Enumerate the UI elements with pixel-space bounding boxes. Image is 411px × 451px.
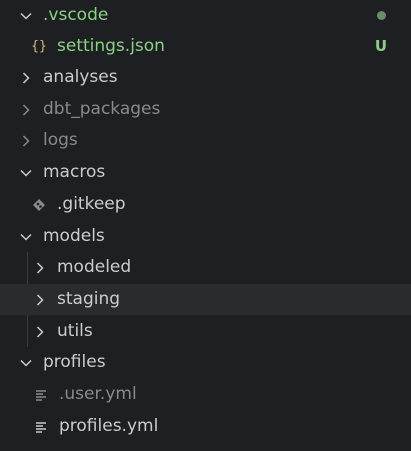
chevron-right-icon (19, 134, 33, 148)
chevron-right-icon (19, 103, 33, 117)
folder-label: .vscode (43, 5, 109, 25)
folder-label: profiles (43, 352, 106, 372)
tree-item-logs-folder[interactable]: logs (0, 125, 411, 156)
tree-item-models-folder[interactable]: models (0, 221, 411, 252)
tree-item-dbt-packages-folder[interactable]: dbt_packages (0, 94, 411, 125)
chevron-down-icon (19, 166, 33, 180)
tree-item-user-yml-file[interactable]: .user.yml (0, 379, 411, 410)
lines-icon (33, 419, 49, 435)
tree-item-modeled-folder[interactable]: modeled (0, 252, 411, 283)
file-label: .user.yml (59, 384, 137, 404)
git-modified-dot-badge (377, 11, 386, 20)
chevron-right-icon (33, 293, 47, 307)
chevron-down-icon (19, 356, 33, 370)
file-explorer-tree: .vscode {} settings.json U analyses dbt_… (0, 0, 411, 451)
chevron-right-icon (33, 325, 47, 339)
folder-label: dbt_packages (43, 99, 161, 119)
json-braces-icon: {} (31, 39, 47, 54)
tree-item-utils-folder[interactable]: utils (0, 316, 411, 347)
chevron-right-icon (19, 71, 33, 85)
tree-item-settings-json[interactable]: {} settings.json U (0, 31, 411, 62)
tree-item-macros-folder[interactable]: macros (0, 157, 411, 188)
tree-item-vscode-folder[interactable]: .vscode (0, 0, 411, 31)
tree-item-profiles-yml-file[interactable]: profiles.yml (0, 411, 411, 442)
file-label: .gitkeep (57, 194, 126, 214)
chevron-down-icon (19, 9, 33, 23)
file-label: profiles.yml (59, 416, 159, 436)
tree-item-analyses-folder[interactable]: analyses (0, 62, 411, 93)
file-label: settings.json (57, 36, 165, 56)
folder-label: staging (57, 289, 121, 309)
folder-label: macros (43, 162, 106, 182)
tree-item-staging-folder[interactable]: staging (0, 284, 411, 315)
folder-label: models (43, 226, 105, 246)
folder-label: utils (57, 321, 93, 341)
git-diamond-icon (31, 197, 47, 213)
git-untracked-badge: U (374, 37, 387, 55)
folder-label: logs (43, 130, 78, 150)
chevron-down-icon (19, 230, 33, 244)
folder-label: modeled (57, 257, 132, 277)
chevron-right-icon (33, 261, 47, 275)
folder-label: analyses (43, 67, 118, 87)
lines-icon (33, 387, 49, 403)
tree-item-gitkeep-file[interactable]: .gitkeep (0, 189, 411, 220)
tree-item-profiles-folder[interactable]: profiles (0, 347, 411, 378)
